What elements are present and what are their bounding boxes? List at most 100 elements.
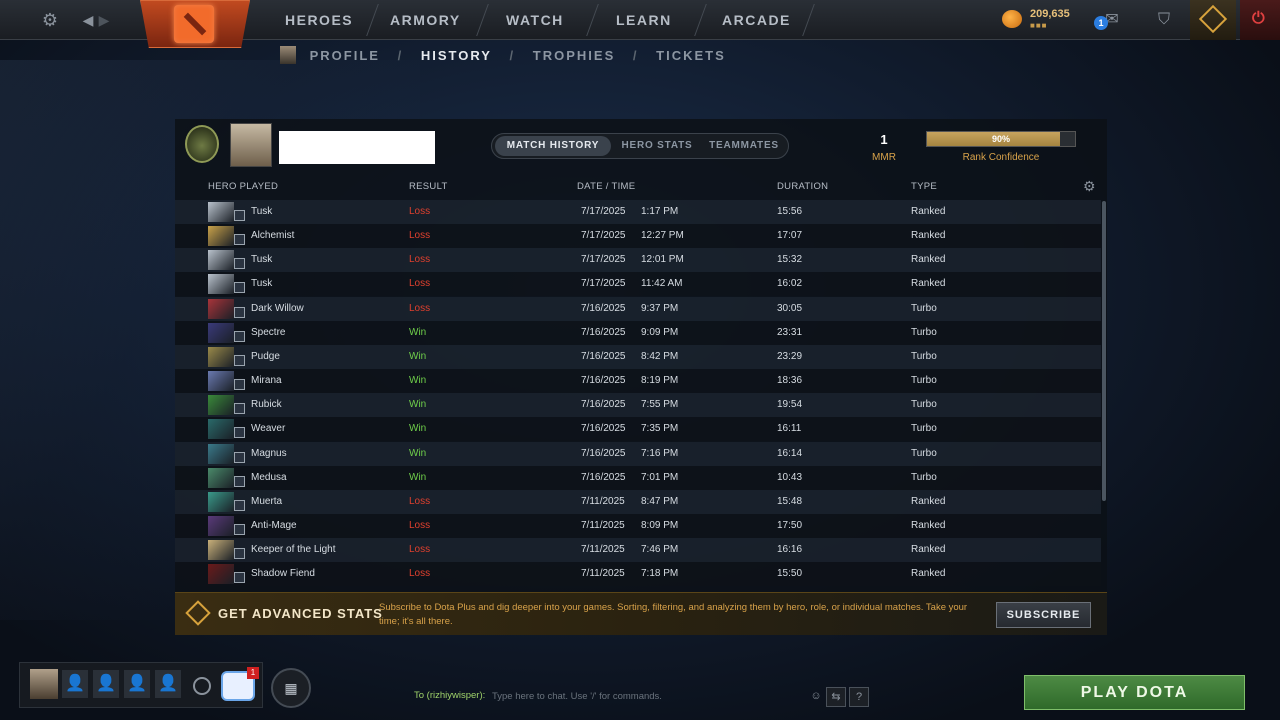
column-duration[interactable]: DURATION bbox=[777, 181, 828, 192]
match-result: Loss bbox=[409, 302, 431, 314]
power-button[interactable]: ⏻ bbox=[1240, 0, 1280, 40]
party-slot-empty[interactable]: 👤 bbox=[155, 670, 181, 698]
match-time: 7:18 PM bbox=[641, 568, 679, 580]
match-time: 7:16 PM bbox=[641, 447, 679, 459]
role-icon bbox=[234, 572, 245, 584]
table-row[interactable]: Pudge Win 7/16/2025 8:42 PM 23:29 Turbo bbox=[175, 344, 1101, 369]
subnav-tickets[interactable]: TICKETS bbox=[656, 48, 726, 63]
tab-hero-stats[interactable]: HERO STATS bbox=[614, 136, 700, 156]
chat-input[interactable] bbox=[492, 688, 802, 704]
tab-teammates[interactable]: TEAMMATES bbox=[702, 136, 786, 156]
nav-heroes[interactable]: HEROES bbox=[285, 0, 353, 40]
match-type: Turbo bbox=[911, 326, 937, 338]
party-slot-empty[interactable]: 👤 bbox=[62, 670, 88, 698]
column-hero[interactable]: HERO PLAYED bbox=[208, 181, 278, 192]
voice-chat-icon[interactable] bbox=[193, 677, 211, 695]
dota-plus-icon bbox=[185, 600, 211, 626]
match-date: 7/16/2025 bbox=[581, 350, 626, 362]
match-type: Ranked bbox=[911, 278, 946, 290]
table-row[interactable]: Tusk Loss 7/17/2025 11:42 AM 16:02 Ranked bbox=[175, 272, 1101, 297]
table-row[interactable]: Magnus Win 7/16/2025 7:16 PM 16:14 Turbo bbox=[175, 441, 1101, 466]
match-list: Tusk Loss 7/17/2025 1:17 PM 15:56 Ranked Alche… bbox=[175, 200, 1107, 589]
role-icon bbox=[234, 403, 245, 415]
subnav-profile[interactable]: PROFILE bbox=[310, 48, 380, 63]
role-icon bbox=[234, 379, 245, 391]
table-row[interactable]: Anti-Mage Loss 7/11/2025 8:09 PM 17:50 Ranked bbox=[175, 513, 1101, 538]
table-row[interactable]: Medusa Win 7/16/2025 7:01 PM 10:43 Turbo bbox=[175, 465, 1101, 490]
forward-arrow-icon[interactable]: ▶ bbox=[92, 8, 116, 32]
match-type: Turbo bbox=[911, 447, 937, 459]
match-type: Turbo bbox=[911, 423, 937, 435]
nav-watch[interactable]: WATCH bbox=[506, 0, 564, 40]
nav-armory[interactable]: ARMORY bbox=[390, 0, 461, 40]
hero-name: Tusk bbox=[251, 206, 273, 217]
hero-portrait bbox=[208, 226, 234, 247]
table-row[interactable]: Tusk Loss 7/17/2025 12:01 PM 15:32 Ranked bbox=[175, 248, 1101, 273]
rank-medal-icon[interactable] bbox=[185, 125, 219, 163]
party-self-avatar[interactable] bbox=[30, 669, 58, 699]
party-slot-empty[interactable]: 👤 bbox=[124, 670, 150, 698]
table-row[interactable]: Weaver Win 7/16/2025 7:35 PM 16:11 Turbo bbox=[175, 417, 1101, 442]
table-row[interactable]: Spectre Win 7/16/2025 9:09 PM 23:31 Turbo bbox=[175, 320, 1101, 345]
table-row[interactable]: Tusk Loss 7/17/2025 1:17 PM 15:56 Ranked bbox=[175, 200, 1101, 224]
match-type: Ranked bbox=[911, 206, 946, 217]
role-icon bbox=[234, 523, 245, 535]
help-icon[interactable]: ? bbox=[849, 687, 869, 707]
gear-icon[interactable]: ⚙ bbox=[1083, 178, 1096, 195]
subnav-history[interactable]: HISTORY bbox=[421, 48, 492, 63]
advanced-stats-promo: GET ADVANCED STATS Subscribe to Dota Plu… bbox=[175, 592, 1107, 635]
hero-name: Anti-Mage bbox=[251, 519, 297, 531]
table-row[interactable]: Mirana Win 7/16/2025 8:19 PM 18:36 Turbo bbox=[175, 369, 1101, 394]
match-time: 1:17 PM bbox=[641, 206, 679, 217]
match-date: 7/11/2025 bbox=[581, 495, 625, 507]
table-row[interactable]: Shadow Fiend Loss 7/11/2025 7:18 PM 15:50 Ran… bbox=[175, 562, 1101, 587]
play-dota-button[interactable]: PLAY DOTA bbox=[1024, 675, 1245, 710]
match-date: 7/16/2025 bbox=[581, 471, 626, 483]
nav-arcade[interactable]: ARCADE bbox=[722, 0, 791, 40]
friends-button[interactable]: ▦ bbox=[271, 668, 311, 708]
table-row[interactable]: Keeper of the Light Loss 7/11/2025 7:46 PM 1… bbox=[175, 538, 1101, 563]
subnav-trophies[interactable]: TROPHIES bbox=[533, 48, 615, 63]
table-row[interactable]: Dark Willow Loss 7/16/2025 9:37 PM 30:05 Turb… bbox=[175, 296, 1101, 321]
match-duration: 30:05 bbox=[777, 302, 803, 314]
role-icon bbox=[234, 258, 245, 270]
chat-recipient: To (rizhiywisper): bbox=[414, 690, 486, 701]
scrollbar[interactable] bbox=[1102, 201, 1106, 501]
shards-icon bbox=[1002, 10, 1022, 28]
profile-subnav: PROFILE / HISTORY / TROPHIES / TICKETS bbox=[280, 46, 726, 68]
match-type: Turbo bbox=[911, 350, 937, 362]
match-time: 11:42 AM bbox=[641, 278, 683, 290]
player-avatar[interactable] bbox=[230, 123, 272, 167]
gear-icon[interactable]: ⚙ bbox=[38, 8, 62, 32]
match-date: 7/11/2025 bbox=[581, 544, 625, 556]
armory-icon[interactable]: ⛉ bbox=[1152, 8, 1176, 32]
emoji-icon[interactable]: ☺ bbox=[806, 687, 826, 707]
subscribe-button[interactable]: SUBSCRIBE bbox=[996, 602, 1091, 628]
column-result[interactable]: RESULT bbox=[409, 181, 448, 192]
hero-portrait bbox=[208, 371, 234, 392]
shards-dots: ■■■ bbox=[1030, 21, 1048, 30]
dota-plus-button[interactable] bbox=[1190, 0, 1236, 40]
nav-learn[interactable]: LEARN bbox=[616, 0, 672, 40]
assistant-badge: 1 bbox=[247, 667, 259, 679]
match-time: 8:19 PM bbox=[641, 375, 679, 387]
dota-logo-tab[interactable] bbox=[140, 0, 250, 48]
column-date-time[interactable]: DATE / TIME bbox=[577, 181, 635, 192]
table-row[interactable]: Muerta Loss 7/11/2025 8:47 PM 15:48 Ranked bbox=[175, 489, 1101, 514]
match-type: Ranked bbox=[911, 519, 946, 531]
table-row[interactable]: Alchemist Loss 7/17/2025 12:27 PM 17:07 Ranke… bbox=[175, 224, 1101, 249]
dota-logo-icon bbox=[174, 5, 214, 43]
party-slot-empty[interactable]: 👤 bbox=[93, 670, 119, 698]
hero-name: Dark Willow bbox=[251, 302, 304, 314]
match-time: 12:01 PM bbox=[641, 254, 684, 266]
table-row[interactable]: Rubick Win 7/16/2025 7:55 PM 19:54 Turbo bbox=[175, 393, 1101, 418]
match-time: 8:42 PM bbox=[641, 350, 679, 362]
match-type: Ranked bbox=[911, 495, 946, 507]
hero-name: Medusa bbox=[251, 471, 287, 483]
match-date: 7/17/2025 bbox=[581, 254, 626, 266]
tab-match-history[interactable]: MATCH HISTORY bbox=[495, 136, 611, 156]
match-duration: 16:11 bbox=[777, 423, 802, 435]
chat-channel-icon[interactable]: ⇆ bbox=[826, 687, 846, 707]
hero-portrait bbox=[208, 395, 234, 416]
column-type[interactable]: TYPE bbox=[911, 181, 937, 192]
